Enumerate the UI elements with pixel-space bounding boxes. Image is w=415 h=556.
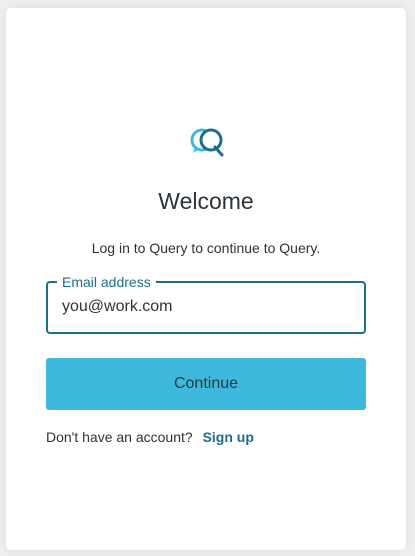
signup-prompt: Don't have an account?	[46, 429, 193, 445]
email-input[interactable]	[62, 293, 352, 321]
email-field-label: Email address	[57, 273, 156, 291]
page-subtitle: Log in to Query to continue to Query.	[91, 240, 321, 256]
signup-row: Don't have an account? Sign up	[46, 429, 254, 445]
page-title: Welcome	[158, 188, 254, 214]
email-field[interactable]: Email address	[46, 273, 366, 334]
continue-button[interactable]: Continue	[46, 358, 366, 410]
signup-link[interactable]: Sign up	[203, 429, 254, 445]
login-card: Welcome Log in to Query to continue to Q…	[6, 8, 406, 550]
query-logo-icon	[186, 120, 228, 162]
